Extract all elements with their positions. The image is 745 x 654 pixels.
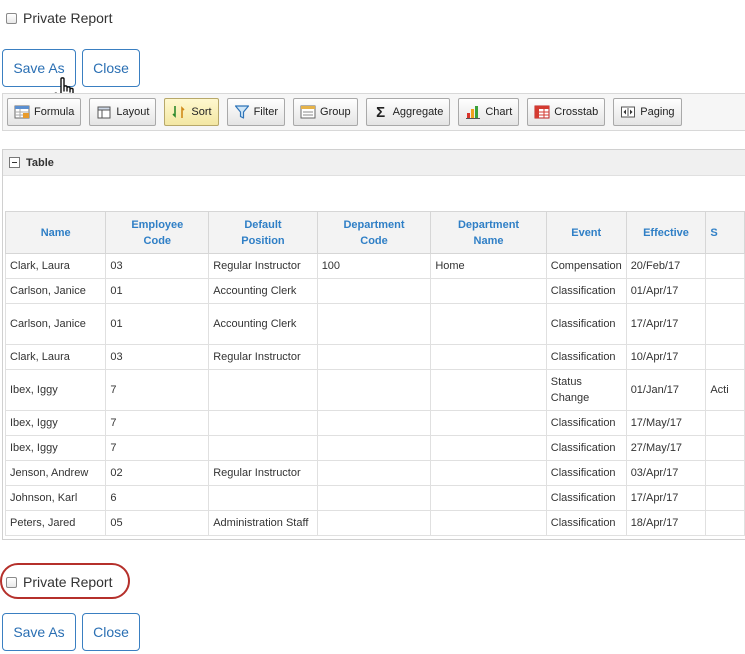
sigma-icon: Σ <box>376 103 386 121</box>
table-panel: Table Name Employee Code Default Position … <box>2 149 745 540</box>
table-header-row: Name Employee Code Default Position Depart… <box>4 211 745 254</box>
paging-button[interactable]: Paging <box>613 98 682 126</box>
column-header-effective[interactable]: Effective <box>625 211 707 254</box>
chart-button[interactable]: Chart <box>458 98 520 126</box>
report-table: Name Employee Code Default Position Depart… <box>4 211 745 536</box>
formula-icon <box>14 104 30 120</box>
filter-icon <box>234 104 250 120</box>
column-header-department-name[interactable]: Department Name <box>430 211 547 254</box>
table-row: Carlson, Janice 01 Accounting Clerk Clas… <box>4 278 745 304</box>
table-row: Jenson, Andrew 02 Regular Instructor Cla… <box>4 460 745 486</box>
layout-icon <box>96 104 112 120</box>
group-button[interactable]: Group <box>293 98 358 126</box>
action-buttons-bottom: Save As Close <box>2 613 146 651</box>
table-row: Johnson, Karl 6 Classification 17/Apr/17 <box>4 485 745 511</box>
table-row: Ibex, Iggy 7 Classification 17/May/17 <box>4 410 745 436</box>
close-button[interactable]: Close <box>82 49 140 87</box>
collapse-icon[interactable] <box>9 157 20 168</box>
private-report-label: Private Report <box>23 574 113 590</box>
table-row: Peters, Jared 05 Administration Staff Cl… <box>4 510 745 536</box>
sort-icon <box>171 104 187 120</box>
column-header-status[interactable]: S <box>705 211 745 254</box>
layout-button[interactable]: Layout <box>89 98 157 126</box>
table-row: Clark, Laura 03 Regular Instructor Class… <box>4 344 745 370</box>
table-row: Ibex, Iggy 7 Classification 27/May/17 <box>4 435 745 461</box>
paging-icon <box>620 104 636 120</box>
table-panel-header[interactable]: Table <box>3 150 745 176</box>
report-toolbar: Formula Layout Sort Filter Group Σ Aggre… <box>2 93 745 131</box>
private-report-checkbox-top[interactable]: Private Report <box>6 10 112 26</box>
table-row: Clark, Laura 03 Regular Instructor 100 H… <box>4 253 745 279</box>
crosstab-icon <box>534 104 550 120</box>
group-icon <box>300 104 316 120</box>
checkbox-box[interactable] <box>6 12 17 24</box>
table-row: Ibex, Iggy 7 Status Change 01/Jan/17 Act… <box>4 369 745 411</box>
crosstab-button[interactable]: Crosstab <box>527 98 606 126</box>
column-header-employee-code[interactable]: Employee Code <box>105 211 210 254</box>
column-header-department-code[interactable]: Department Code <box>316 211 432 254</box>
aggregate-button[interactable]: Σ Aggregate <box>365 98 451 126</box>
close-button[interactable]: Close <box>82 613 140 651</box>
chart-icon <box>465 104 481 120</box>
private-report-checkbox-bottom[interactable]: Private Report <box>6 574 112 590</box>
formula-button[interactable]: Formula <box>7 98 82 126</box>
panel-title: Table <box>26 156 54 169</box>
column-header-event[interactable]: Event <box>545 211 627 254</box>
save-as-button[interactable]: Save As <box>2 613 76 651</box>
private-report-label: Private Report <box>23 10 113 26</box>
column-header-name[interactable]: Name <box>4 211 107 254</box>
sort-button[interactable]: Sort <box>164 98 219 126</box>
filter-button[interactable]: Filter <box>226 98 286 126</box>
checkbox-box[interactable] <box>6 576 17 588</box>
table-row: Carlson, Janice 01 Accounting Clerk Clas… <box>4 303 745 345</box>
column-header-default-position[interactable]: Default Position <box>208 211 318 254</box>
